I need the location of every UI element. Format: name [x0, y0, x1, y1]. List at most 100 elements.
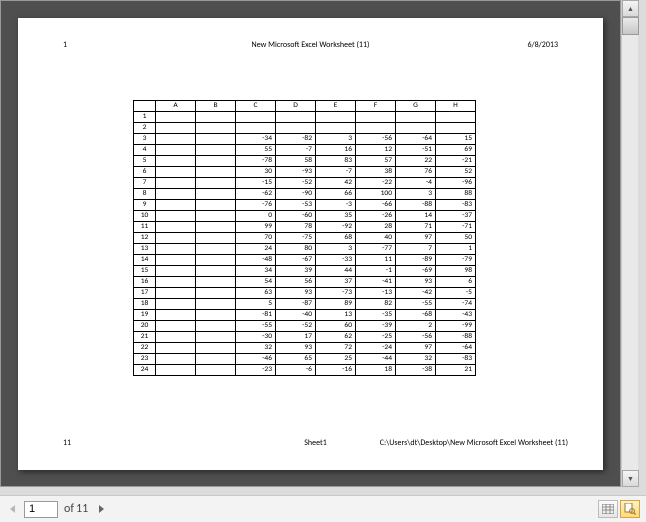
col-header: E: [316, 100, 356, 111]
cell: [156, 188, 196, 199]
cell: -23: [236, 364, 276, 375]
arrow-left-icon: [9, 505, 17, 513]
next-page-button[interactable]: [94, 502, 108, 516]
cell: [236, 122, 276, 133]
cell: [356, 111, 396, 122]
row-header: 6: [134, 166, 156, 177]
cell: 11: [356, 254, 396, 265]
cell: 32: [396, 353, 436, 364]
cell: 97: [396, 232, 436, 243]
cell: -77: [356, 243, 396, 254]
cell: [156, 254, 196, 265]
cell: 3: [316, 243, 356, 254]
cell: -88: [436, 331, 476, 342]
row-header: 17: [134, 287, 156, 298]
current-page-input[interactable]: [24, 501, 58, 518]
cell: -68: [396, 309, 436, 320]
table-row: 15343944-1-6998: [134, 265, 476, 276]
table-row: 5-7858835722-21: [134, 155, 476, 166]
cell: [196, 298, 236, 309]
cell: -13: [356, 287, 396, 298]
cell: 57: [356, 155, 396, 166]
table-row: 24-23-6-1618-3821: [134, 364, 476, 375]
cell: [196, 331, 236, 342]
cell: -34: [236, 133, 276, 144]
cell: [276, 122, 316, 133]
view-zoom-button[interactable]: [620, 500, 640, 518]
cell: -52: [276, 177, 316, 188]
cell: [316, 111, 356, 122]
scroll-up-button[interactable]: ▲: [622, 0, 639, 17]
cell: [316, 122, 356, 133]
prev-page-button[interactable]: [6, 502, 20, 516]
cell: -42: [396, 287, 436, 298]
cell: [356, 122, 396, 133]
cell: -64: [436, 342, 476, 353]
cell: -87: [276, 298, 316, 309]
cell: 12: [356, 144, 396, 155]
col-header: G: [396, 100, 436, 111]
table-row: 630-93-7387652: [134, 166, 476, 177]
cell: [196, 364, 236, 375]
cell: 16: [316, 144, 356, 155]
cell: -16: [316, 364, 356, 375]
cell: 2: [396, 320, 436, 331]
cell: 80: [276, 243, 316, 254]
table-row: 9-76-53-3-66-88-83: [134, 199, 476, 210]
cell: -81: [236, 309, 276, 320]
cell: [156, 111, 196, 122]
cell: [156, 265, 196, 276]
cell: -35: [356, 309, 396, 320]
cell: 28: [356, 221, 396, 232]
col-header: A: [156, 100, 196, 111]
table-row: 21-301762-25-56-88: [134, 331, 476, 342]
cell: 70: [236, 232, 276, 243]
cell: -83: [436, 353, 476, 364]
table-row: 2: [134, 122, 476, 133]
cell: 72: [316, 342, 356, 353]
view-normal-button[interactable]: [598, 500, 618, 518]
cell: -55: [236, 320, 276, 331]
cell: [196, 188, 236, 199]
vertical-scrollbar[interactable]: ▲ ▼: [621, 0, 638, 487]
cell: 3: [396, 188, 436, 199]
cell: 88: [436, 188, 476, 199]
cell: -78: [236, 155, 276, 166]
cell: [156, 287, 196, 298]
cell: [276, 111, 316, 122]
scroll-down-button[interactable]: ▼: [622, 470, 639, 487]
cell: [156, 243, 196, 254]
cell: [196, 320, 236, 331]
cell: [196, 122, 236, 133]
cell: 52: [436, 166, 476, 177]
cell: -90: [276, 188, 316, 199]
page-zoom-icon: [624, 503, 636, 515]
col-header: D: [276, 100, 316, 111]
row-header: 18: [134, 298, 156, 309]
table-row: 1324803-7771: [134, 243, 476, 254]
table-corner: [134, 100, 156, 111]
cell: [156, 122, 196, 133]
cell: -83: [436, 199, 476, 210]
cell: 78: [276, 221, 316, 232]
cell: 0: [236, 210, 276, 221]
cell: -89: [396, 254, 436, 265]
cell: 98: [436, 265, 476, 276]
cell: [196, 265, 236, 276]
arrow-right-icon: [97, 505, 105, 513]
cell: [156, 133, 196, 144]
cell: 55: [236, 144, 276, 155]
cell: [156, 155, 196, 166]
table-row: 22329372-2497-64: [134, 342, 476, 353]
table-row: 16545637-41936: [134, 276, 476, 287]
cell: 93: [396, 276, 436, 287]
scroll-thumb[interactable]: [622, 17, 639, 35]
cell: [156, 144, 196, 155]
table-row: 100-6035-2614-37: [134, 210, 476, 221]
cell: 71: [396, 221, 436, 232]
page-preview: New Microsoft Excel Worksheet (11) 1 6/8…: [18, 18, 603, 470]
table-row: 8-62-9066100388: [134, 188, 476, 199]
cell: 42: [316, 177, 356, 188]
cell: [196, 144, 236, 155]
col-header: H: [436, 100, 476, 111]
